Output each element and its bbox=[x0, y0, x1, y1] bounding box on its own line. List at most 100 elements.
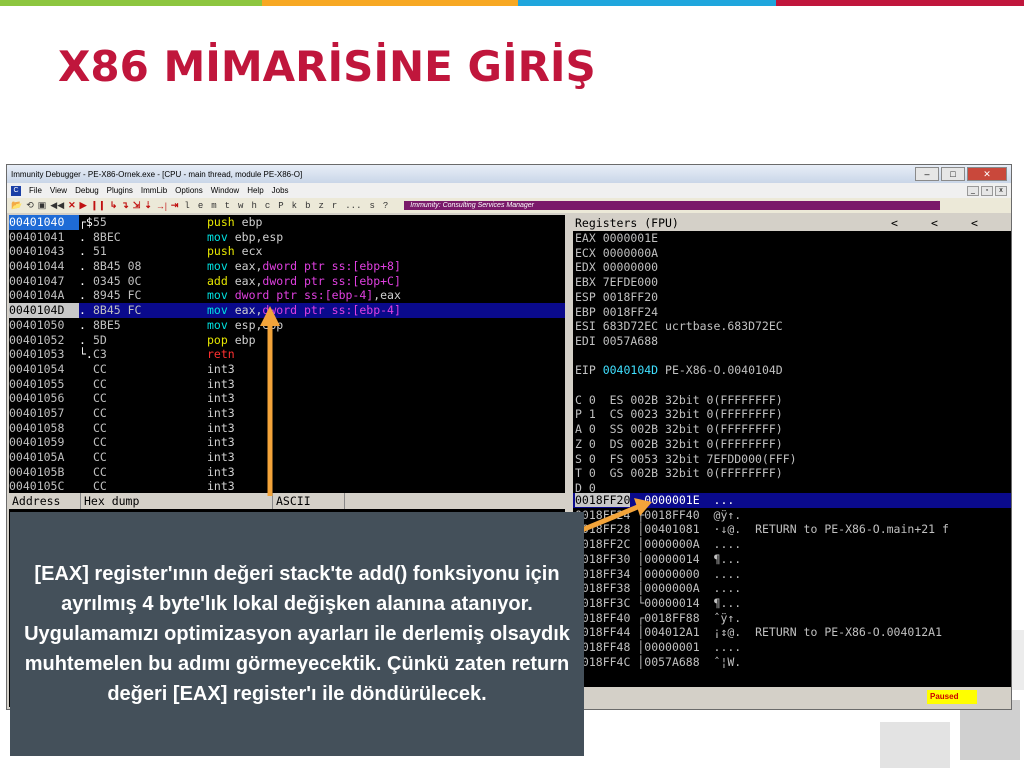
restart-icon[interactable]: ⟲ bbox=[26, 200, 34, 211]
disasm-row[interactable]: 0040105B CC int3 bbox=[9, 465, 565, 480]
toolbar-letter-m[interactable]: m bbox=[209, 201, 218, 211]
rewind-icon[interactable]: ◀◀ bbox=[50, 200, 64, 211]
minimize-button[interactable]: – bbox=[915, 167, 939, 181]
menu-immlib[interactable]: ImmLib bbox=[141, 186, 167, 195]
stack-row[interactable]: 0018FF24 ┌0018FF40 @ÿ↑. bbox=[573, 508, 1011, 523]
stack-row[interactable]: 0018FF3C └00000014 ¶... bbox=[573, 596, 1011, 611]
toolbar-letter-r[interactable]: r bbox=[330, 201, 339, 211]
open-icon[interactable]: 📂 bbox=[11, 200, 22, 211]
disasm-row[interactable]: 0040104D. 8B45 FC mov eax,dword ptr ss:[eb… bbox=[9, 303, 565, 318]
toolbar-letter-h[interactable]: h bbox=[249, 201, 258, 211]
registers-arrow[interactable]: < bbox=[971, 215, 1011, 231]
register-line[interactable]: S 0 FS 0053 32bit 7EFDD000(FFF) bbox=[573, 452, 1011, 467]
menu-jobs[interactable]: Jobs bbox=[272, 186, 289, 195]
register-line[interactable]: EIP 0040104D PE-X86-O.0040104D bbox=[573, 363, 1011, 378]
mdi-restore-button[interactable]: ▫ bbox=[981, 185, 993, 196]
stack-row[interactable]: 0018FF34 │00000000 .... bbox=[573, 567, 1011, 582]
disasm-row[interactable]: 00401043. 51 push ecx bbox=[9, 244, 565, 259]
menu-debug[interactable]: Debug bbox=[75, 186, 99, 195]
register-line[interactable]: ESP 0018FF20 bbox=[573, 290, 1011, 305]
toolbar-letter-z[interactable]: z bbox=[316, 201, 325, 211]
register-line[interactable]: EBX 7EFDE000 bbox=[573, 275, 1011, 290]
trace-into-icon[interactable]: ⇲ bbox=[133, 200, 141, 211]
stack-row[interactable]: 0018FF20 0000001E ... bbox=[573, 493, 1011, 508]
registers-header[interactable]: Registers (FPU) < < < bbox=[573, 215, 1011, 231]
register-line[interactable]: C 0 ES 002B 32bit 0(FFFFFFFF) bbox=[573, 393, 1011, 408]
disasm-row[interactable]: 00401057 CC int3 bbox=[9, 406, 565, 421]
menu-file[interactable]: File bbox=[29, 186, 42, 195]
mdi-close-button[interactable]: x bbox=[995, 185, 1007, 196]
stack-row[interactable]: 0018FF38 │0000000A .... bbox=[573, 581, 1011, 596]
mdi-minimize-button[interactable]: _ bbox=[967, 185, 979, 196]
menu-help[interactable]: Help bbox=[247, 186, 263, 195]
toolbar-letter-c[interactable]: c bbox=[263, 201, 272, 211]
step-into-icon[interactable]: ↳ bbox=[110, 200, 118, 211]
register-line[interactable]: Z 0 DS 002B 32bit 0(FFFFFFFF) bbox=[573, 437, 1011, 452]
toolbar-letter-ellipsis[interactable]: ... bbox=[343, 201, 363, 211]
go-to-icon[interactable]: ⇥ bbox=[171, 200, 179, 211]
menu-view[interactable]: View bbox=[50, 186, 67, 195]
disasm-row[interactable]: 00401050. 8BE5 mov esp,ebp bbox=[9, 318, 565, 333]
stack-pane[interactable]: 0018FF20 0000001E ... 0018FF24 ┌0018FF40… bbox=[573, 493, 1011, 687]
register-line[interactable]: A 0 SS 002B 32bit 0(FFFFFFFF) bbox=[573, 422, 1011, 437]
disasm-row[interactable]: 0040104A. 8945 FC mov dword ptr ss:[ebp-4]… bbox=[9, 288, 565, 303]
run-icon[interactable]: ▶ bbox=[80, 200, 87, 211]
immunity-banner[interactable]: Immunity: Consulting Services Manager bbox=[404, 201, 941, 210]
close-file-icon[interactable]: ▣ bbox=[38, 200, 47, 211]
step-over-icon[interactable]: ↴ bbox=[121, 200, 129, 211]
dump-header-hex[interactable]: Hex dump bbox=[81, 493, 273, 509]
disasm-row[interactable]: 00401041. 8BEC mov ebp,esp bbox=[9, 230, 565, 245]
disasm-row[interactable]: 0040105C CC int3 bbox=[9, 479, 565, 493]
stack-row[interactable]: 0018FF48 │00000001 .... bbox=[573, 640, 1011, 655]
stack-row[interactable]: 0018FF2C │0000000A .... bbox=[573, 537, 1011, 552]
dump-header-address[interactable]: Address bbox=[9, 493, 81, 509]
menu-window[interactable]: Window bbox=[211, 186, 239, 195]
menu-plugins[interactable]: Plugins bbox=[107, 186, 133, 195]
registers-arrow[interactable]: < bbox=[891, 215, 931, 231]
toolbar-letter-t[interactable]: t bbox=[223, 201, 232, 211]
register-line[interactable]: EDI 0057A688 bbox=[573, 334, 1011, 349]
trace-over-icon[interactable]: ⇣ bbox=[144, 200, 152, 211]
disasm-row[interactable]: 00401056 CC int3 bbox=[9, 391, 565, 406]
register-line[interactable]: EBP 0018FF24 bbox=[573, 305, 1011, 320]
menu-options[interactable]: Options bbox=[175, 186, 203, 195]
close-button[interactable]: ✕ bbox=[967, 167, 1007, 181]
toolbar-letter-w[interactable]: w bbox=[236, 201, 245, 211]
register-line[interactable]: P 1 CS 0023 32bit 0(FFFFFFFF) bbox=[573, 407, 1011, 422]
disasm-row[interactable]: 00401058 CC int3 bbox=[9, 421, 565, 436]
toolbar-letter-help[interactable]: ? bbox=[381, 201, 390, 211]
disasm-row[interactable]: 0040105A CC int3 bbox=[9, 450, 565, 465]
register-line[interactable]: D 0 bbox=[573, 481, 1011, 493]
register-line[interactable]: EAX 0000001E bbox=[573, 231, 1011, 246]
execute-till-return-icon[interactable]: →| bbox=[156, 201, 167, 211]
disasm-row[interactable]: 00401054 CC int3 bbox=[9, 362, 565, 377]
register-line[interactable]: ECX 0000000A bbox=[573, 246, 1011, 261]
register-line[interactable]: ESI 683D72EC ucrtbase.683D72EC bbox=[573, 319, 1011, 334]
register-line[interactable]: EDX 00000000 bbox=[573, 260, 1011, 275]
stack-row[interactable]: 0018FF28 │00401081 ·↓@. RETURN to PE-X86… bbox=[573, 522, 1011, 537]
toolbar-letter-p[interactable]: P bbox=[276, 201, 285, 211]
cpu-disassembly-pane[interactable]: 00401040 ┌$55 push ebp 00401041. 8BEC mov ebp… bbox=[9, 215, 565, 493]
stop-icon[interactable]: ✕ bbox=[68, 200, 76, 211]
disasm-row[interactable]: 00401044. 8B45 08 mov eax,dword ptr ss:[eb… bbox=[9, 259, 565, 274]
toolbar-letter-k[interactable]: k bbox=[290, 201, 299, 211]
maximize-button[interactable]: □ bbox=[941, 167, 965, 181]
stack-row[interactable]: 0018FF30 │00000014 ¶... bbox=[573, 552, 1011, 567]
register-line[interactable] bbox=[573, 349, 1011, 364]
disasm-row[interactable]: 00401047. 0345 0C add eax,dword ptr ss:[eb… bbox=[9, 274, 565, 289]
disasm-row[interactable]: 00401055 CC int3 bbox=[9, 377, 565, 392]
registers-pane[interactable]: Registers (FPU) < < < EAX 0000001E ECX 00… bbox=[573, 215, 1011, 493]
disasm-row[interactable]: 00401059 CC int3 bbox=[9, 435, 565, 450]
disasm-row[interactable]: 00401053 └.C3 retn bbox=[9, 347, 565, 362]
stack-row[interactable]: 0018FF40 ┌0018FF88 ˆÿ↑. bbox=[573, 611, 1011, 626]
registers-arrow[interactable]: < bbox=[931, 215, 971, 231]
disasm-row[interactable]: 00401052. 5D pop ebp bbox=[9, 333, 565, 348]
register-line[interactable]: T 0 GS 002B 32bit 0(FFFFFFFF) bbox=[573, 466, 1011, 481]
register-line[interactable] bbox=[573, 378, 1011, 393]
toolbar-letter-b[interactable]: b bbox=[303, 201, 312, 211]
toolbar-letter-e[interactable]: e bbox=[196, 201, 205, 211]
disasm-row[interactable]: 00401040 ┌$55 push ebp bbox=[9, 215, 565, 230]
dump-header-ascii[interactable]: ASCII bbox=[273, 493, 345, 509]
stack-row[interactable]: 0018FF44 │004012A1 ¡↕@. RETURN to PE-X86… bbox=[573, 625, 1011, 640]
toolbar-letter-l[interactable]: l bbox=[182, 201, 191, 211]
